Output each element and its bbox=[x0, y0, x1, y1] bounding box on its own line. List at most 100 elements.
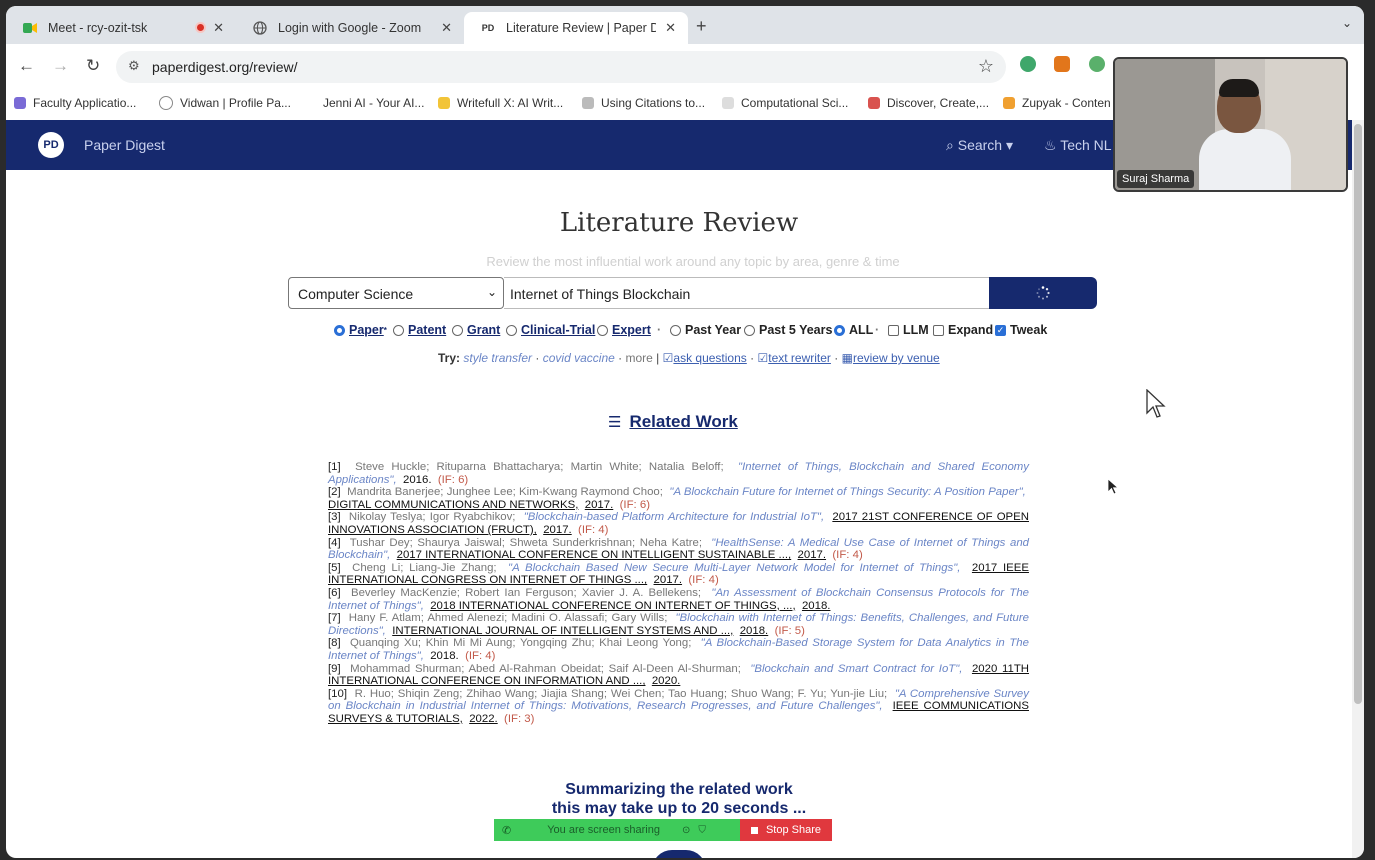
summarizing-message: Summarizing the related work this may ta… bbox=[551, 781, 807, 817]
option-all[interactable]: ALL bbox=[834, 323, 873, 337]
close-tab-icon[interactable]: ✕ bbox=[441, 20, 452, 36]
option-patent[interactable]: Patent bbox=[393, 323, 446, 337]
option-tweak[interactable]: ✓ Tweak bbox=[995, 323, 1047, 337]
option-paper[interactable]: Paper * bbox=[334, 323, 387, 337]
tab-search-icon[interactable]: ⌄ bbox=[1342, 16, 1352, 30]
address-bar[interactable]: ⚙ paperdigest.org/review/ ☆ bbox=[116, 51, 1006, 83]
checkbox[interactable] bbox=[933, 324, 944, 336]
extension-icon[interactable] bbox=[1089, 56, 1105, 72]
separator: · bbox=[657, 323, 662, 337]
tab-bar: Meet - rcy-ozit-tsk ✕ Login with Google … bbox=[6, 6, 1364, 44]
bookmark-icon bbox=[1003, 97, 1015, 109]
search-query-input[interactable]: Internet of Things Blockchain bbox=[504, 277, 990, 309]
tab-meet[interactable]: Meet - rcy-ozit-tsk ✕ bbox=[6, 12, 236, 44]
option-expert[interactable]: Expert bbox=[597, 323, 651, 337]
radio-button[interactable] bbox=[452, 324, 463, 336]
reference-item: [1] Steve Huckle; Rituparna Bhattacharya… bbox=[328, 461, 1029, 486]
reference-item: [5] Cheng Li; Liang-Jie Zhang; "A Blockc… bbox=[328, 561, 1029, 587]
recording-icon bbox=[195, 22, 206, 33]
venue-link[interactable]: 2017 INTERNATIONAL CONFERENCE ON INTELLI… bbox=[397, 549, 792, 561]
tab-literature-review[interactable]: PD Literature Review | Paper Dig ✕ bbox=[464, 12, 688, 44]
option-grant[interactable]: Grant bbox=[452, 323, 500, 337]
reference-item: [2] Mandrita Banerjee; Junghee Lee; Kim-… bbox=[328, 486, 1026, 511]
bookmark-icon bbox=[304, 97, 316, 109]
phone-icon: ✆ bbox=[502, 824, 512, 837]
bookmark-item[interactable]: Zupyak - Conten bbox=[1003, 96, 1111, 110]
bookmark-item[interactable]: Vidwan | Profile Pa... bbox=[159, 96, 291, 110]
venue-link[interactable]: INTERNATIONAL JOURNAL OF INTELLIGENT SYS… bbox=[392, 625, 733, 637]
page-tagline: Review the most influential work around … bbox=[486, 254, 900, 269]
option-clinical-trial[interactable]: Clinical-Trial bbox=[506, 323, 595, 337]
close-tab-icon[interactable]: ✕ bbox=[665, 20, 676, 36]
nav-search[interactable]: ⌕ Search ▾ bbox=[946, 137, 1013, 154]
option-past-5-years[interactable]: Past 5 Years bbox=[744, 323, 832, 337]
related-work-heading: ☰ Related Work bbox=[608, 412, 738, 431]
brand-name[interactable]: Paper Digest bbox=[84, 137, 165, 153]
checkbox-checked[interactable]: ✓ bbox=[995, 324, 1006, 336]
radio-button[interactable] bbox=[334, 324, 345, 336]
paper-title-link[interactable]: "A Blockchain Based New Secure Multi-Lay… bbox=[508, 562, 960, 574]
reload-icon[interactable]: ↻ bbox=[86, 56, 100, 76]
scrollbar[interactable] bbox=[1352, 120, 1364, 858]
bookmark-item[interactable]: Discover, Create,... bbox=[868, 96, 989, 110]
metamask-icon[interactable] bbox=[1054, 56, 1070, 72]
text-rewriter-link[interactable]: text rewriter bbox=[768, 351, 831, 365]
stop-share-button[interactable]: Stop Share bbox=[740, 819, 832, 841]
pause-icon[interactable]: ⊙ bbox=[682, 825, 690, 836]
bookmark-item[interactable]: Faculty Applicatio... bbox=[14, 96, 136, 110]
radio-button[interactable] bbox=[393, 324, 404, 336]
tab-zoom[interactable]: Login with Google - Zoom ✕ bbox=[236, 12, 464, 44]
share-status: ✆ You are screen sharing ⊙ ⛉ bbox=[494, 819, 740, 841]
bookmark-star-icon[interactable]: ☆ bbox=[978, 56, 994, 77]
radio-button[interactable] bbox=[597, 324, 608, 336]
reference-item: [6] Beverley MacKenzie; Robert Ian Fergu… bbox=[328, 586, 1029, 612]
review-by-venue-link[interactable]: review by venue bbox=[853, 351, 940, 365]
back-icon[interactable]: ← bbox=[18, 56, 35, 76]
radio-button[interactable] bbox=[506, 324, 517, 336]
screen-share-bar: ✆ You are screen sharing ⊙ ⛉ Stop Share bbox=[494, 819, 832, 841]
venue-link[interactable]: 2018 INTERNATIONAL CONFERENCE ON INTERNE… bbox=[430, 600, 795, 612]
new-tab-icon[interactable]: + bbox=[696, 16, 707, 37]
nav-tech[interactable]: ♨ Tech NL bbox=[1044, 137, 1112, 154]
radio-button[interactable] bbox=[744, 324, 755, 336]
reference-item: [10] R. Huo; Shiqin Zeng; Zhihao Wang; J… bbox=[328, 687, 1029, 725]
venue-link[interactable]: DIGITAL COMMUNICATIONS AND NETWORKS, bbox=[328, 499, 578, 511]
suggestion-link[interactable]: covid vaccine bbox=[543, 351, 615, 365]
shield-icon[interactable]: ⛉ bbox=[698, 825, 706, 836]
option-expand[interactable]: Expand bbox=[933, 323, 993, 337]
area-select[interactable]: Computer Science ⌄ bbox=[288, 277, 504, 309]
extension-icon[interactable] bbox=[1020, 56, 1036, 72]
checkbox[interactable] bbox=[888, 324, 899, 336]
cursor-icon bbox=[1107, 478, 1119, 495]
scrollbar-thumb[interactable] bbox=[1354, 124, 1362, 704]
radio-button[interactable] bbox=[670, 324, 681, 336]
search-button[interactable] bbox=[989, 277, 1097, 309]
ask-questions-link[interactable]: ask questions bbox=[673, 351, 746, 365]
paper-title-link[interactable]: "A Blockchain Future for Internet of Thi… bbox=[669, 486, 1025, 498]
forward-icon[interactable]: → bbox=[52, 56, 69, 76]
option-past-year[interactable]: Past Year bbox=[670, 323, 741, 337]
bookmark-icon bbox=[868, 97, 880, 109]
radio-button[interactable] bbox=[834, 324, 845, 336]
page-title: Literature Review bbox=[559, 208, 799, 238]
more-link[interactable]: more bbox=[625, 351, 652, 365]
bookmark-item[interactable]: Writefull X: AI Writ... bbox=[438, 96, 563, 110]
bookmark-icon bbox=[14, 97, 26, 109]
paperdigest-logo[interactable]: PD bbox=[38, 132, 64, 158]
meet-icon bbox=[22, 20, 38, 36]
paper-title-link[interactable]: "Blockchain and Smart Contract for IoT", bbox=[750, 663, 962, 675]
option-llm[interactable]: LLM bbox=[888, 323, 929, 337]
reference-list: [1] Steve Huckle; Rituparna Bhattacharya… bbox=[328, 461, 1029, 725]
stop-icon bbox=[750, 826, 758, 834]
site-info-icon[interactable]: ⚙ bbox=[128, 58, 140, 74]
suggestion-link[interactable]: style transfer bbox=[463, 351, 532, 365]
paper-title-link[interactable]: "Blockchain-based Platform Architecture … bbox=[524, 511, 824, 523]
participant-body bbox=[1199, 129, 1291, 190]
close-tab-icon[interactable]: ✕ bbox=[213, 20, 224, 36]
bookmark-item[interactable]: Computational Sci... bbox=[722, 96, 848, 110]
tab-title: Literature Review | Paper Dig bbox=[506, 21, 656, 35]
reference-item: [7] Hany F. Atlam; Ahmed Alenezi; Madini… bbox=[328, 612, 1029, 637]
bookmark-item[interactable]: Using Citations to... bbox=[582, 96, 705, 110]
video-thumbnail[interactable]: Suraj Sharma bbox=[1113, 57, 1348, 192]
bookmark-item[interactable]: Jenni AI - Your AI... bbox=[304, 96, 424, 110]
